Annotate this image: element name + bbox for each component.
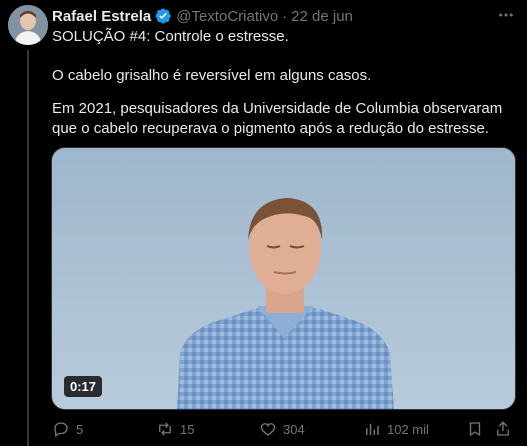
repost-count: 15 [180,421,195,437]
author-handle[interactable]: @TextoCriativo [176,8,278,25]
repost-button[interactable]: 15 [156,420,194,438]
separator-dot: · [282,7,288,25]
post-date[interactable]: 22 de jun [291,8,353,25]
video-player[interactable]: 0:17 [51,147,516,410]
repost-icon [159,422,171,436]
action-bar: 5 15 304 102 mil [52,418,517,442]
tweet-header: Rafael Estrela @TextoCriativo · 22 de ju… [52,6,353,26]
tweet[interactable]: Rafael Estrela @TextoCriativo · 22 de ju… [0,0,527,446]
avatar-image [8,5,48,45]
like-count: 304 [283,421,305,437]
reply-count: 5 [76,421,84,437]
bookmark-button[interactable] [466,420,490,438]
post-text-line-2: O cabelo grisalho é reversível em alguns… [52,67,372,84]
avatar[interactable] [8,5,48,45]
like-button[interactable]: 304 [259,420,305,438]
bookmark-icon [469,422,481,437]
post-text-line-3: Em 2021, pesquisadores da Universidade d… [52,100,503,137]
views-count: 102 mil [387,421,429,437]
reply-button[interactable]: 5 [52,420,83,438]
share-button[interactable] [494,420,518,438]
author-name[interactable]: Rafael Estrela [52,8,151,25]
views-button[interactable]: 102 mil [363,420,429,438]
post-text-line-1: SOLUÇÃO #4: Controle o estresse. [52,28,289,45]
video-frame [52,148,515,409]
like-icon [260,423,276,436]
video-duration: 0:17 [64,376,103,397]
verified-icon [154,7,172,25]
views-icon [366,423,379,435]
share-icon [497,421,509,436]
thread-line [27,50,29,446]
reply-icon [54,422,68,438]
more-icon[interactable] [495,6,517,24]
